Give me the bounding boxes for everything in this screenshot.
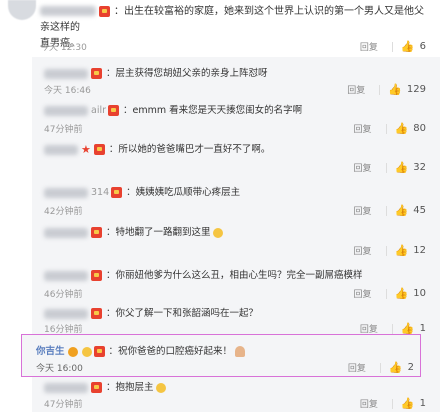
comment-actions: 回复 👍 6 xyxy=(360,40,426,53)
blurred-username[interactable] xyxy=(44,270,88,281)
hug-emoji-icon xyxy=(155,382,166,393)
divider xyxy=(379,362,381,373)
reply-button[interactable]: 回复 xyxy=(347,83,365,96)
reply-actions: 回复 👍 10 xyxy=(354,287,426,300)
reply-actions: 回复 👍 80 xyxy=(354,122,426,135)
reply-text: ：姨姨姨吃瓜顺带心疼层主 xyxy=(126,187,241,198)
reply-actions: 回复 👍 45 xyxy=(354,204,426,217)
reply-button[interactable]: 回复 xyxy=(354,287,372,300)
thumbs-up-icon[interactable]: 👍 xyxy=(395,122,409,135)
vip-badge-icon xyxy=(93,346,105,357)
thumbs-up-icon[interactable]: 👍 xyxy=(389,361,403,374)
reply-text: ：你父了解一下和张韶涵吗在一起？ xyxy=(106,308,259,319)
blurred-username[interactable] xyxy=(44,144,78,155)
divider xyxy=(391,398,393,409)
reply-text: ：所以她的爸爸嘴巴才一直好不了啊。 xyxy=(108,144,271,155)
reply-button[interactable]: 回复 xyxy=(354,204,372,217)
vip-badge-icon xyxy=(91,382,102,393)
vip-badge-icon xyxy=(91,270,102,281)
like-count: 2 xyxy=(407,362,414,373)
like-count: 80 xyxy=(413,123,426,134)
reply-button[interactable]: 回复 xyxy=(354,244,372,257)
praying-hands-emoji-icon xyxy=(235,346,246,357)
highlighted-reply: 你吉生 ：祝你爸爸的口腔癌好起来！ 今天 16:00 回复 👍 2 xyxy=(21,334,421,377)
divider xyxy=(391,323,393,334)
verified-badge-icon xyxy=(67,346,78,357)
like-count: 1 xyxy=(419,323,426,334)
reply-text: ：层主获得您胡妞父亲的亲身上阵怼呀 xyxy=(106,68,268,79)
reply-text: ：你丽妞他爹为什么这么丑，相由心生吗？完全一副屌癌模样 xyxy=(106,270,363,281)
reply-time: 46分钟前 xyxy=(44,290,83,300)
reply-button[interactable]: 回复 xyxy=(348,361,366,374)
blurred-username[interactable] xyxy=(44,382,88,393)
reply-button[interactable]: 回复 xyxy=(354,122,372,135)
star-icon: ★ xyxy=(81,143,91,156)
avatar[interactable] xyxy=(8,0,36,20)
like-count: 129 xyxy=(406,84,426,95)
reply-text: ：emmm 看来您是天天揍您闺女的名字啊 xyxy=(123,105,303,116)
vip-badge-icon xyxy=(91,68,102,79)
reply-text: ：抱抱层主 xyxy=(106,382,154,393)
divider xyxy=(385,123,387,134)
like-count: 12 xyxy=(413,245,426,256)
thumbs-up-icon[interactable]: 👍 xyxy=(388,83,402,96)
thumbs-up-icon[interactable]: 👍 xyxy=(395,204,409,217)
top-comment: ：出生在较富裕的家庭，她来到这个世界上认识的第一个男人又是他父亲这样的 直男癌。… xyxy=(0,0,440,54)
reply-time: 今天 16:00 xyxy=(36,364,83,374)
reply-actions: 回复 👍 12 xyxy=(354,244,426,257)
divider xyxy=(391,41,393,52)
reply-time: 47分钟前 xyxy=(44,125,83,135)
vip-badge-icon xyxy=(91,308,102,319)
blurred-username[interactable] xyxy=(40,6,96,16)
reply-actions: 回复 👍 32 xyxy=(354,161,426,174)
thumbs-up-icon[interactable]: 👍 xyxy=(395,161,409,174)
like-count: 45 xyxy=(413,205,426,216)
divider xyxy=(385,162,387,173)
divider xyxy=(385,205,387,216)
reply-text: ：祝你爸爸的口腔癌好起来！ xyxy=(108,346,233,357)
username-tail: ailr xyxy=(91,105,107,116)
thumbs-up-icon[interactable]: 👍 xyxy=(401,40,415,53)
reply-actions: 回复 👍 1 xyxy=(360,397,426,410)
comment-body: ：出生在较富裕的家庭，她来到这个世界上认识的第一个男人又是他父亲这样的 xyxy=(40,6,424,33)
reply-time: 47分钟前 xyxy=(44,400,83,410)
like-count: 1 xyxy=(419,398,426,409)
blurred-username[interactable] xyxy=(44,187,88,198)
blurred-username[interactable] xyxy=(44,308,88,319)
reply-username[interactable]: 你吉生 xyxy=(36,346,65,357)
reply-time: 今天 16:46 xyxy=(44,86,91,96)
username-tail: 314 xyxy=(91,187,110,198)
smiley-emoji-icon xyxy=(212,227,223,238)
divider xyxy=(385,245,387,256)
like-count: 6 xyxy=(419,41,426,52)
blurred-username[interactable] xyxy=(44,105,88,116)
thumbs-up-icon[interactable]: 👍 xyxy=(395,287,409,300)
reply-actions: 回复 👍 2 xyxy=(348,361,414,374)
like-count: 10 xyxy=(413,288,426,299)
divider xyxy=(379,84,381,95)
blurred-username[interactable] xyxy=(44,227,88,238)
reply-time: 42分钟前 xyxy=(44,207,83,217)
vip-badge-icon xyxy=(91,227,102,238)
vip-badge-icon xyxy=(93,144,105,155)
vip-badge-icon xyxy=(108,105,120,116)
divider xyxy=(385,288,387,299)
blurred-username[interactable] xyxy=(44,68,88,79)
comment-time: 今天 12:30 xyxy=(40,43,87,53)
reply-button[interactable]: 回复 xyxy=(360,40,378,53)
thumbs-up-icon[interactable]: 👍 xyxy=(395,244,409,257)
vip-badge-icon xyxy=(99,5,110,17)
reply-text: ：特地翻了一路翻到这里 xyxy=(106,227,211,238)
reply-button[interactable]: 回复 xyxy=(354,161,372,174)
like-count: 32 xyxy=(413,162,426,173)
reply-button[interactable]: 回复 xyxy=(360,397,378,410)
vip-badge-icon xyxy=(111,187,123,198)
reply-actions: 回复 👍 129 xyxy=(347,83,426,96)
thumbs-up-icon[interactable]: 👍 xyxy=(401,397,415,410)
face-emoji-icon xyxy=(81,346,92,357)
